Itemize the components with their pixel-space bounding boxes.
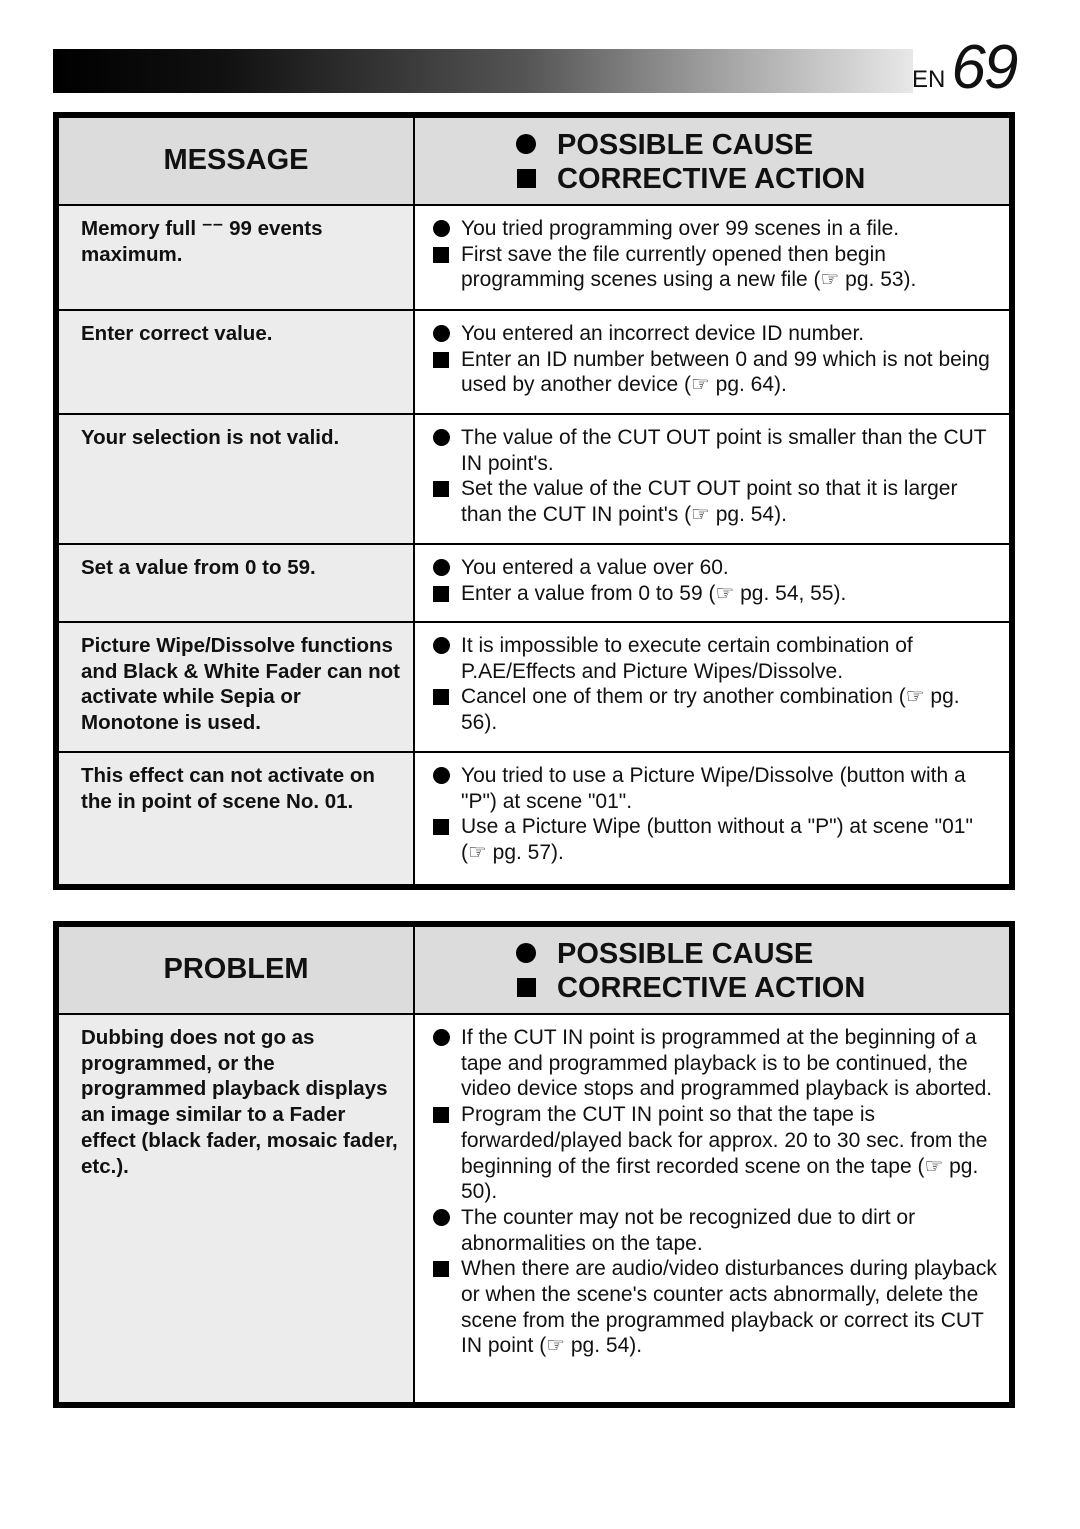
possible-cause-item: You tried programming over 99 scenes in … <box>431 216 1001 242</box>
bullet-circle-icon <box>431 1025 451 1051</box>
corrective-action-item: Enter an ID number between 0 and 99 whic… <box>431 347 1001 398</box>
message-text: Memory full ⁻⁻ 99 events maximum. <box>59 206 415 309</box>
page-number: EN 69 <box>912 33 1018 102</box>
header-gradient-bar <box>53 49 913 93</box>
problem-table: PROBLEM POSSIBLE CAUSE CORRECTIVE ACTION… <box>53 921 1015 1408</box>
corrective-action-item: When there are audio/video disturbances … <box>431 1256 1001 1359</box>
corrective-action-item: First save the file currently opened the… <box>431 242 1001 293</box>
bullet-square-icon <box>431 814 451 840</box>
possible-cause-item: The counter may not be recognized due to… <box>431 1205 1001 1256</box>
table-row: Set a value from 0 to 59. You entered a v… <box>59 543 1009 621</box>
item-text: If the CUT IN point is programmed at the… <box>461 1026 993 1101</box>
item-text: Use a Picture Wipe (button without a "P"… <box>461 815 973 865</box>
possible-cause-item: The value of the CUT OUT point is smalle… <box>431 425 1001 476</box>
cause-action-cell: You tried programming over 99 scenes in … <box>415 206 1009 309</box>
item-text: Cancel one of them or try another combin… <box>461 685 960 735</box>
header-cause-action: POSSIBLE CAUSE CORRECTIVE ACTION <box>415 927 1009 1013</box>
bullet-square-icon <box>431 347 451 373</box>
possible-cause-item: If the CUT IN point is programmed at the… <box>431 1025 1001 1102</box>
bullet-circle-icon <box>431 633 451 659</box>
header-corrective-action: CORRECTIVE ACTION <box>557 163 866 195</box>
corrective-action-item: Program the CUT IN point so that the tap… <box>431 1102 1001 1205</box>
bullet-circle-icon <box>431 1205 451 1231</box>
table-row: This effect can not activate on the in p… <box>59 751 1009 884</box>
page-number-value: 69 <box>951 33 1018 102</box>
bullet-square-icon <box>431 1102 451 1128</box>
problem-text: Dubbing does not go as programmed, or th… <box>59 1015 415 1402</box>
header-possible-cause: POSSIBLE CAUSE <box>557 938 814 970</box>
table-row: Memory full ⁻⁻ 99 events maximum. You tri… <box>59 204 1009 309</box>
item-text: Enter a value from 0 to 59 (☞ pg. 54, 55… <box>461 581 847 605</box>
message-text: Picture Wipe/Dissolve functions and Blac… <box>59 623 415 751</box>
cause-action-cell: You entered an incorrect device ID numbe… <box>415 311 1009 413</box>
bullet-circle-icon <box>515 937 537 971</box>
table-row: Picture Wipe/Dissolve functions and Blac… <box>59 621 1009 751</box>
possible-cause-item: You tried to use a Picture Wipe/Dissolve… <box>431 763 1001 814</box>
table-row: Enter correct value. You entered an incor… <box>59 309 1009 413</box>
message-text: This effect can not activate on the in p… <box>59 753 415 884</box>
cause-action-cell: You tried to use a Picture Wipe/Dissolve… <box>415 753 1009 884</box>
bullet-circle-icon <box>431 321 451 347</box>
table-row: Dubbing does not go as programmed, or th… <box>59 1013 1009 1402</box>
header-possible-cause: POSSIBLE CAUSE <box>557 129 814 161</box>
table-row: Your selection is not valid. The value of… <box>59 413 1009 543</box>
item-text: You tried programming over 99 scenes in … <box>461 217 900 240</box>
cause-action-cell: If the CUT IN point is programmed at the… <box>415 1015 1009 1402</box>
item-text: When there are audio/video disturbances … <box>461 1257 997 1358</box>
bullet-circle-icon <box>431 425 451 451</box>
table-header: MESSAGE POSSIBLE CAUSE CORRECTIVE ACTION <box>59 118 1009 204</box>
bullet-square-icon <box>431 581 451 607</box>
cause-action-cell: You entered a value over 60. Enter a valu… <box>415 545 1009 621</box>
item-text: You tried to use a Picture Wipe/Dissolve… <box>461 764 966 813</box>
message-text: Enter correct value. <box>59 311 415 413</box>
bullet-circle-icon <box>515 128 537 162</box>
corrective-action-item: Set the value of the CUT OUT point so th… <box>431 476 1001 527</box>
message-text: Set a value from 0 to 59. <box>59 545 415 621</box>
item-text: Enter an ID number between 0 and 99 whic… <box>461 347 990 397</box>
item-text: The value of the CUT OUT point is smalle… <box>461 426 987 475</box>
language-code: EN <box>912 66 946 93</box>
item-text: It is impossible to execute certain comb… <box>461 634 913 683</box>
table-header: PROBLEM POSSIBLE CAUSE CORRECTIVE ACTION <box>59 927 1009 1013</box>
message-text: Your selection is not valid. <box>59 415 415 543</box>
bullet-square-icon <box>431 242 451 268</box>
possible-cause-item: You entered an incorrect device ID numbe… <box>431 321 1001 347</box>
bullet-circle-icon <box>431 763 451 789</box>
bullet-square-icon <box>431 684 451 710</box>
header-problem: PROBLEM <box>59 927 415 1013</box>
bullet-square-icon <box>515 162 537 196</box>
bullet-square-icon <box>431 1256 451 1282</box>
header-message: MESSAGE <box>59 118 415 204</box>
header-cause-action: POSSIBLE CAUSE CORRECTIVE ACTION <box>415 118 1009 204</box>
item-text: First save the file currently opened the… <box>461 242 917 292</box>
header-corrective-action: CORRECTIVE ACTION <box>557 972 866 1004</box>
bullet-circle-icon <box>431 216 451 242</box>
possible-cause-item: It is impossible to execute certain comb… <box>431 633 1001 684</box>
item-text: Program the CUT IN point so that the tap… <box>461 1103 988 1204</box>
corrective-action-item: Enter a value from 0 to 59 (☞ pg. 54, 55… <box>431 581 1001 607</box>
cause-action-cell: It is impossible to execute certain comb… <box>415 623 1009 751</box>
cause-action-cell: The value of the CUT OUT point is smalle… <box>415 415 1009 543</box>
item-text: The counter may not be recognized due to… <box>461 1205 916 1255</box>
message-table: MESSAGE POSSIBLE CAUSE CORRECTIVE ACTION… <box>53 112 1015 890</box>
corrective-action-item: Use a Picture Wipe (button without a "P"… <box>431 814 1001 865</box>
item-text: Set the value of the CUT OUT point so th… <box>461 477 958 527</box>
corrective-action-item: Cancel one of them or try another combin… <box>431 684 1001 735</box>
possible-cause-item: You entered a value over 60. <box>431 555 1001 581</box>
item-text: You entered a value over 60. <box>461 556 729 579</box>
bullet-square-icon <box>515 971 537 1005</box>
item-text: You entered an incorrect device ID numbe… <box>461 322 865 345</box>
bullet-square-icon <box>431 476 451 502</box>
bullet-circle-icon <box>431 555 451 581</box>
